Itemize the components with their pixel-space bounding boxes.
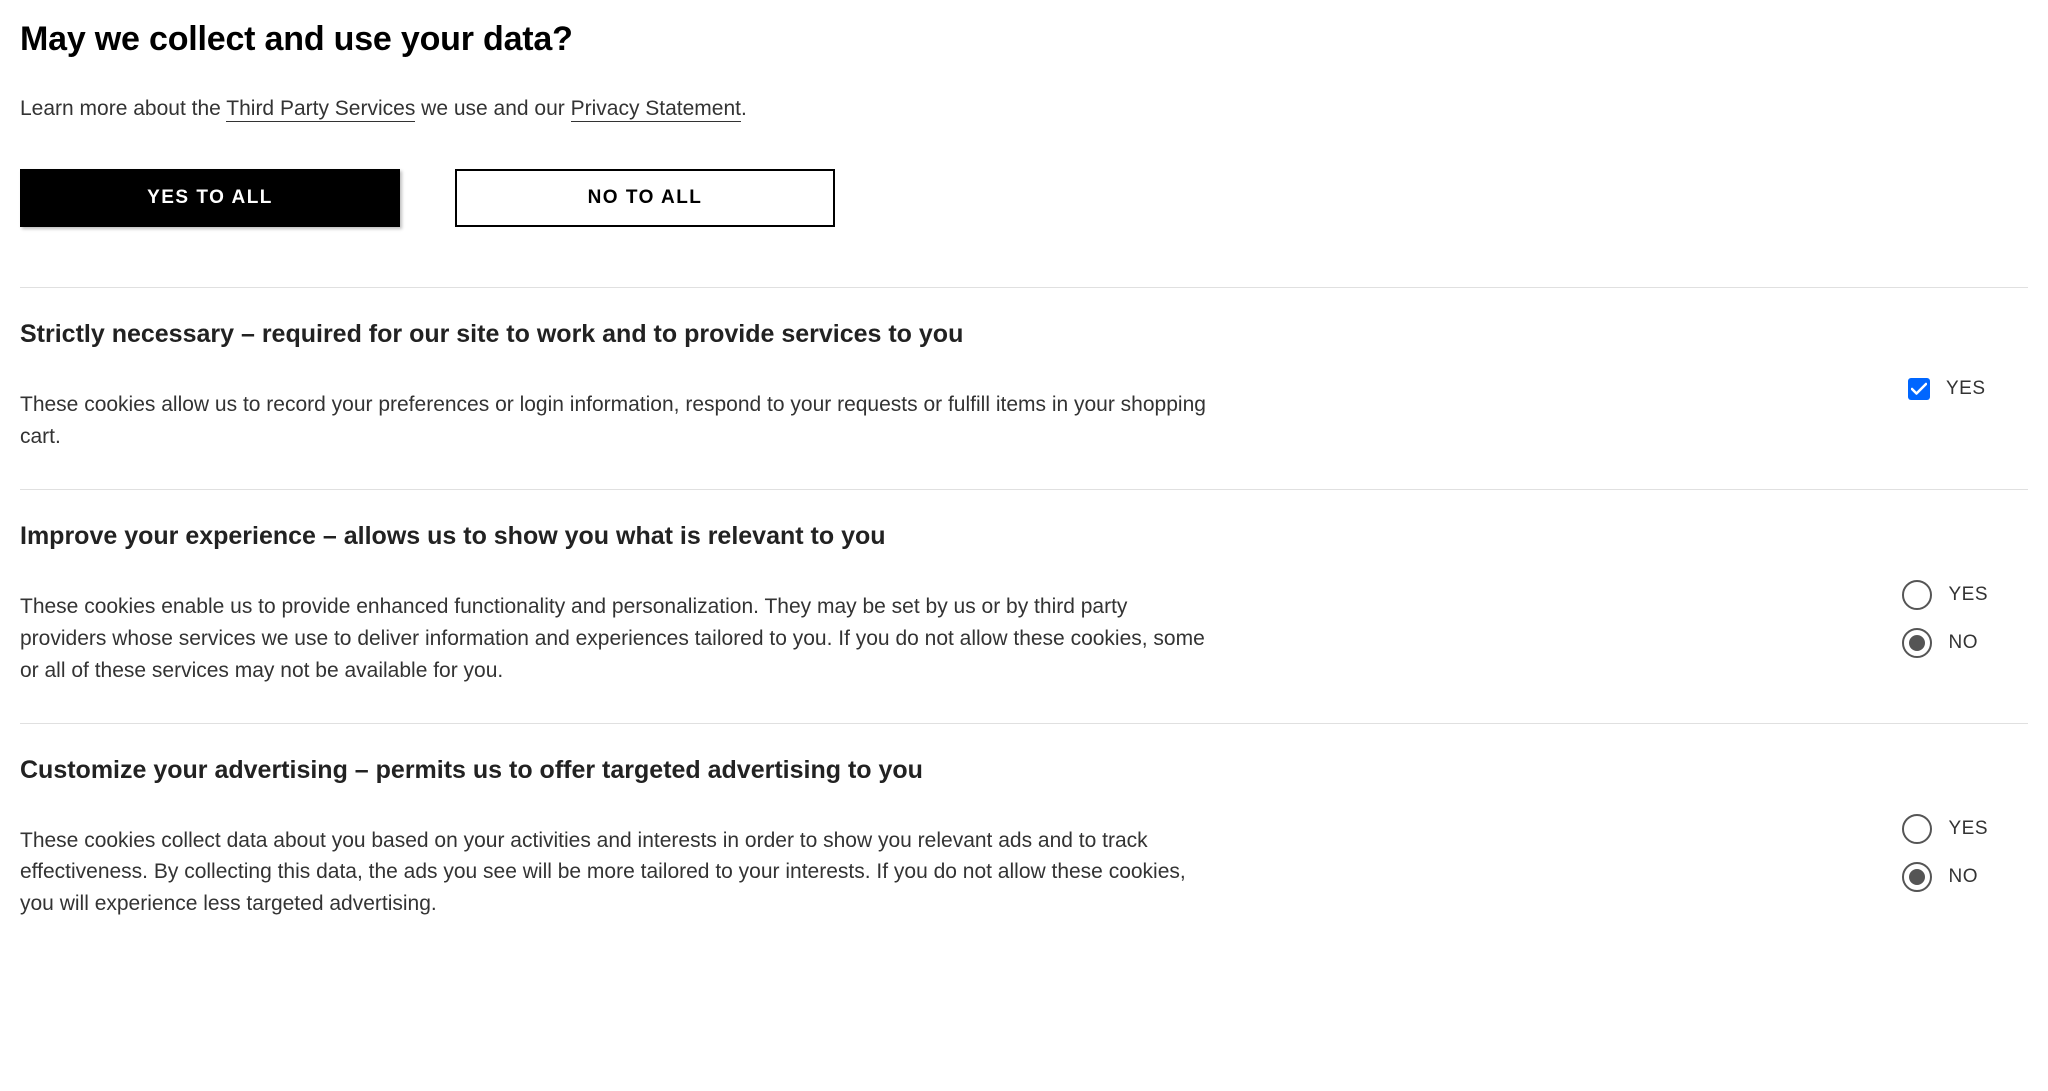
- radio-no[interactable]: [1902, 628, 1932, 658]
- section-text: Strictly necessary – required for our si…: [20, 320, 1210, 453]
- section-controls: YES: [1908, 320, 2028, 453]
- button-row: YES TO ALL NO TO ALL: [20, 169, 2028, 227]
- section-strictly-necessary: Strictly necessary – required for our si…: [20, 287, 2028, 489]
- radio-yes[interactable]: [1902, 580, 1932, 610]
- intro-suffix: .: [741, 97, 747, 120]
- yes-to-all-button[interactable]: YES TO ALL: [20, 169, 400, 227]
- section-title: Strictly necessary – required for our si…: [20, 320, 1210, 349]
- radio-no-row: NO: [1902, 628, 1988, 658]
- intro-prefix: Learn more about the: [20, 97, 226, 120]
- section-desc: These cookies collect data about you bas…: [20, 825, 1210, 921]
- radio-no-label: NO: [1948, 632, 1978, 654]
- section-text: Improve your experience – allows us to s…: [20, 522, 1210, 687]
- radio-yes-label: YES: [1948, 584, 1988, 606]
- radio-yes-label: YES: [1948, 818, 1988, 840]
- privacy-statement-link[interactable]: Privacy Statement: [571, 97, 741, 122]
- intro-text: Learn more about the Third Party Service…: [20, 97, 2028, 121]
- radio-no-label: NO: [1948, 866, 1978, 888]
- third-party-services-link[interactable]: Third Party Services: [226, 97, 415, 122]
- radio-no-row: NO: [1902, 862, 1988, 892]
- intro-mid: we use and our: [415, 97, 570, 120]
- checkbox-label: YES: [1946, 378, 1986, 400]
- radio-yes-row: YES: [1902, 814, 1988, 844]
- section-customize-advertising: Customize your advertising – permits us …: [20, 723, 2028, 957]
- section-improve-experience: Improve your experience – allows us to s…: [20, 489, 2028, 723]
- section-controls: YES NO: [1902, 756, 2028, 921]
- radio-yes[interactable]: [1902, 814, 1932, 844]
- radio-no[interactable]: [1902, 862, 1932, 892]
- no-to-all-button[interactable]: NO TO ALL: [455, 169, 835, 227]
- page-title: May we collect and use your data?: [20, 20, 2028, 59]
- radio-yes-row: YES: [1902, 580, 1988, 610]
- section-desc: These cookies enable us to provide enhan…: [20, 591, 1210, 687]
- section-desc: These cookies allow us to record your pr…: [20, 389, 1210, 453]
- checkbox-row: YES: [1908, 378, 1988, 400]
- checkbox-checked-icon[interactable]: [1908, 378, 1930, 400]
- section-title: Improve your experience – allows us to s…: [20, 522, 1210, 551]
- section-text: Customize your advertising – permits us …: [20, 756, 1210, 921]
- section-title: Customize your advertising – permits us …: [20, 756, 1210, 785]
- section-controls: YES NO: [1902, 522, 2028, 687]
